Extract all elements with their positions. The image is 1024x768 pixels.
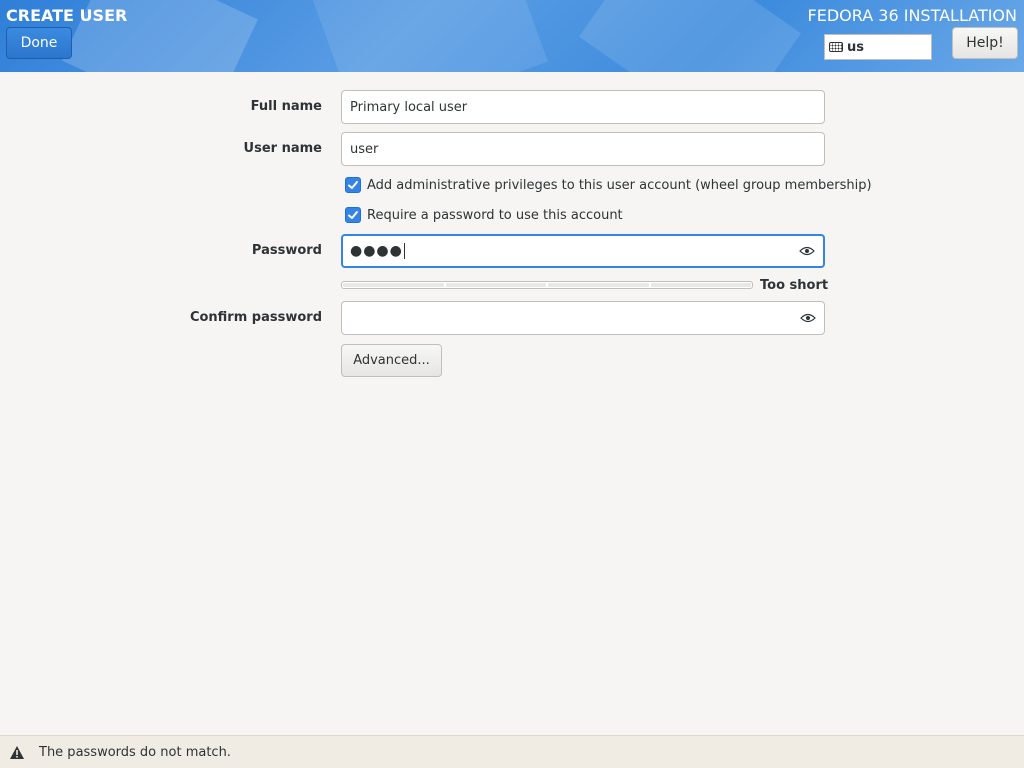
header-bar: CREATE USER FEDORA 36 INSTALLATION Done … (0, 0, 1024, 72)
advanced-button[interactable]: Advanced... (341, 344, 442, 377)
confirm-password-label: Confirm password (189, 310, 322, 325)
strength-segment (548, 283, 649, 287)
strength-segment (445, 283, 546, 287)
admin-privileges-label[interactable]: Add administrative privileges to this us… (367, 178, 872, 193)
password-value: ●●●● (350, 243, 403, 259)
password-field[interactable]: ●●●● (341, 234, 825, 268)
require-password-checkbox[interactable] (345, 207, 361, 223)
user-name-label: User name (243, 141, 322, 156)
warning-message: The passwords do not match. (39, 744, 231, 760)
user-name-value: user (350, 141, 379, 157)
admin-privileges-checkbox[interactable] (345, 177, 361, 193)
password-strength-meter (341, 281, 753, 289)
full-name-value: Primary local user (350, 99, 468, 115)
strength-segment (343, 283, 444, 287)
full-name-label: Full name (250, 99, 322, 114)
keyboard-layout-label: us (847, 39, 864, 55)
keyboard-icon (829, 42, 843, 52)
require-password-label[interactable]: Require a password to use this account (367, 208, 623, 223)
keyboard-layout-indicator[interactable]: us (824, 34, 932, 60)
product-title: FEDORA 36 INSTALLATION (807, 6, 1017, 25)
warning-statusbar: The passwords do not match. (0, 735, 1024, 768)
show-password-icon[interactable] (799, 246, 815, 256)
done-button[interactable]: Done (6, 27, 72, 59)
password-label: Password (251, 243, 322, 258)
header-decoration (578, 0, 802, 72)
help-button[interactable]: Help! (952, 27, 1018, 59)
full-name-field[interactable]: Primary local user (341, 90, 825, 124)
header-decoration (312, 0, 548, 72)
warning-icon (10, 745, 24, 759)
text-cursor (403, 243, 405, 259)
show-password-icon[interactable] (800, 313, 816, 323)
password-strength-label: Too short (760, 278, 829, 293)
require-password-option[interactable]: Require a password to use this account (345, 207, 623, 223)
admin-privileges-option[interactable]: Add administrative privileges to this us… (345, 177, 872, 193)
spoke-title: CREATE USER (6, 6, 128, 25)
strength-segment (650, 283, 751, 287)
user-name-field[interactable]: user (341, 132, 825, 166)
checkmark-icon (348, 211, 358, 219)
confirm-password-field[interactable] (341, 301, 825, 335)
checkmark-icon (348, 181, 358, 189)
